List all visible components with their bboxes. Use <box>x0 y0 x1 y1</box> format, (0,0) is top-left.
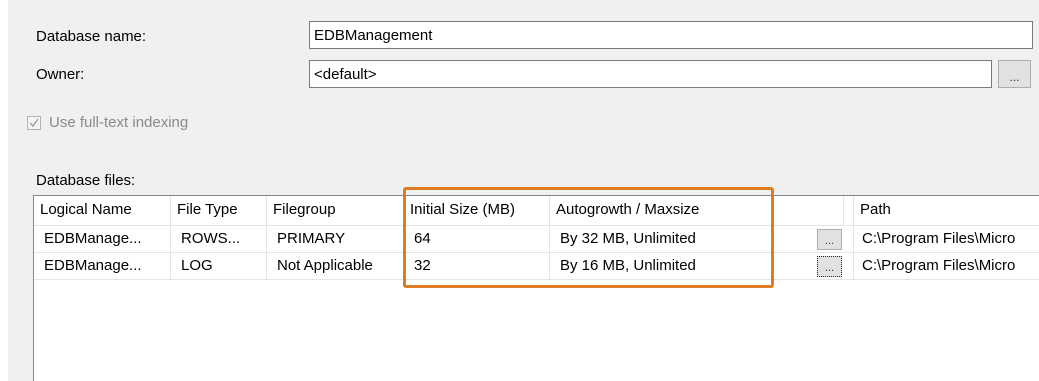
cell-initial-size[interactable]: 64 <box>404 226 550 252</box>
column-header-path[interactable]: Path <box>854 196 1039 225</box>
fulltext-checkbox-row: Use full-text indexing <box>27 114 188 131</box>
cell-logical-name[interactable]: EDBManage... <box>34 226 171 252</box>
cell-file-type[interactable]: LOG <box>171 253 267 279</box>
grid-header: Logical Name File Type Filegroup Initial… <box>34 196 1039 226</box>
cell-path[interactable]: C:\Program Files\Micro <box>854 253 1039 279</box>
database-files-label: Database files: <box>36 172 136 189</box>
table-row[interactable]: EDBManage... ROWS... PRIMARY 64 By 32 MB… <box>34 226 1039 253</box>
owner-input[interactable] <box>309 60 992 88</box>
database-files-grid[interactable]: Logical Name File Type Filegroup Initial… <box>33 195 1039 381</box>
column-header-browse[interactable] <box>844 196 854 225</box>
column-header-file-type[interactable]: File Type <box>171 196 267 225</box>
database-name-input[interactable] <box>309 21 1033 49</box>
column-header-autogrowth[interactable]: Autogrowth / Maxsize <box>550 196 844 225</box>
cell-logical-name[interactable]: EDBManage... <box>34 253 171 279</box>
fulltext-checkbox[interactable] <box>27 115 41 130</box>
cell-path[interactable]: C:\Program Files\Micro <box>854 226 1039 252</box>
fulltext-label: Use full-text indexing <box>49 114 189 131</box>
database-name-label: Database name: <box>36 28 147 45</box>
owner-browse-button[interactable]: ... <box>998 60 1031 88</box>
owner-label: Owner: <box>36 66 85 83</box>
checkmark-icon <box>29 118 39 127</box>
column-header-filegroup[interactable]: Filegroup <box>267 196 404 225</box>
cell-filegroup[interactable]: Not Applicable <box>267 253 404 279</box>
autogrowth-browse-button[interactable]: ... <box>817 229 842 250</box>
autogrowth-browse-button[interactable]: ... <box>817 256 842 277</box>
column-header-logical-name[interactable]: Logical Name <box>34 196 171 225</box>
cell-autogrowth: By 16 MB, Unlimited <box>550 253 854 279</box>
column-header-initial-size[interactable]: Initial Size (MB) <box>404 196 550 225</box>
cell-initial-size[interactable]: 32 <box>404 253 550 279</box>
cell-filegroup[interactable]: PRIMARY <box>267 226 404 252</box>
cell-autogrowth: By 32 MB, Unlimited <box>550 226 854 252</box>
table-row[interactable]: EDBManage... LOG Not Applicable 32 By 16… <box>34 253 1039 280</box>
cell-file-type[interactable]: ROWS... <box>171 226 267 252</box>
